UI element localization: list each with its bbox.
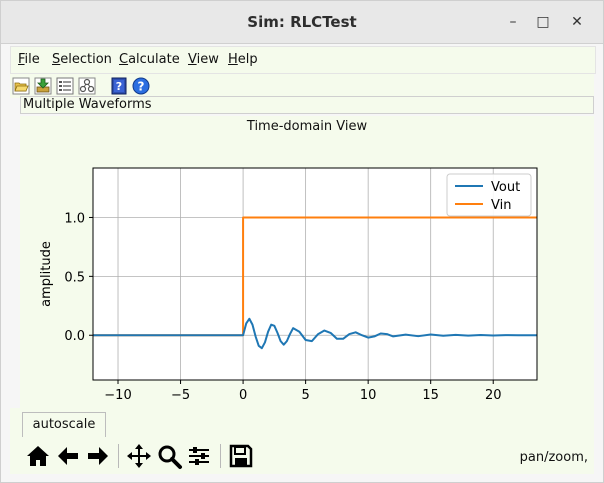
plot-panel: Time-domain View −10 −5 0 5 10 15 20 0.0 0.5 1.0 a… <box>20 116 594 408</box>
zoom-icon[interactable] <box>155 442 183 470</box>
svg-text:?: ? <box>138 80 145 94</box>
tree-gears-icon[interactable] <box>78 77 96 95</box>
close-button[interactable]: ✕ <box>565 11 589 33</box>
title-bar: Sim: RLCTest – □ ✕ <box>1 1 603 44</box>
status-text: Multiple Waveforms <box>20 96 594 114</box>
legend-label-vin: Vin <box>491 198 511 213</box>
x-tick-label: 5 <box>301 388 309 403</box>
y-tick-label: 1.0 <box>64 211 85 226</box>
x-tick-label: −5 <box>171 388 190 403</box>
question-icon[interactable]: ? <box>132 77 150 95</box>
y-axis-label: amplitude <box>39 241 54 307</box>
save-download-icon[interactable] <box>34 77 52 95</box>
y-tick-label: 0.5 <box>64 270 85 285</box>
menu-help[interactable]: Help <box>228 52 258 67</box>
legend-label-vout: Vout <box>491 180 520 195</box>
x-tick-label: 15 <box>422 388 439 403</box>
x-tick-label: 10 <box>360 388 377 403</box>
home-icon[interactable] <box>24 442 52 470</box>
menu-calculate[interactable]: Calculate <box>119 52 180 67</box>
x-tick-label: −10 <box>104 388 131 403</box>
toolbar-separator <box>220 444 221 468</box>
navigation-toolbar: pan/zoom, <box>22 440 594 474</box>
help-book-icon[interactable]: ? <box>110 77 128 95</box>
x-tick-label: 20 <box>485 388 502 403</box>
waveform-chart[interactable]: −10 −5 0 5 10 15 20 0.0 0.5 1.0 amplitude Vout Vin <box>20 116 594 408</box>
autoscale-button[interactable]: autoscale <box>22 412 106 437</box>
main-toolbar: ? ? <box>10 74 594 98</box>
pan-icon[interactable] <box>125 442 153 470</box>
open-folder-icon[interactable] <box>12 77 30 95</box>
configure-subplots-icon[interactable] <box>185 442 213 470</box>
menu-view[interactable]: View <box>188 52 219 67</box>
menu-file[interactable]: File <box>18 52 40 67</box>
list-view-icon[interactable] <box>56 77 74 95</box>
x-tick-label: 0 <box>239 388 247 403</box>
forward-arrow-icon[interactable] <box>84 442 112 470</box>
menu-bar: File Selection Calculate View Help <box>10 46 596 74</box>
back-arrow-icon[interactable] <box>54 442 82 470</box>
nav-mode-text: pan/zoom, <box>519 450 588 465</box>
minimize-button[interactable]: – <box>501 11 525 33</box>
save-figure-icon[interactable] <box>227 442 255 470</box>
menu-selection[interactable]: Selection <box>52 52 112 67</box>
y-tick-label: 0.0 <box>64 329 85 344</box>
toolbar-separator <box>118 444 119 468</box>
svg-text:?: ? <box>116 80 122 93</box>
maximize-button[interactable]: □ <box>531 11 555 33</box>
